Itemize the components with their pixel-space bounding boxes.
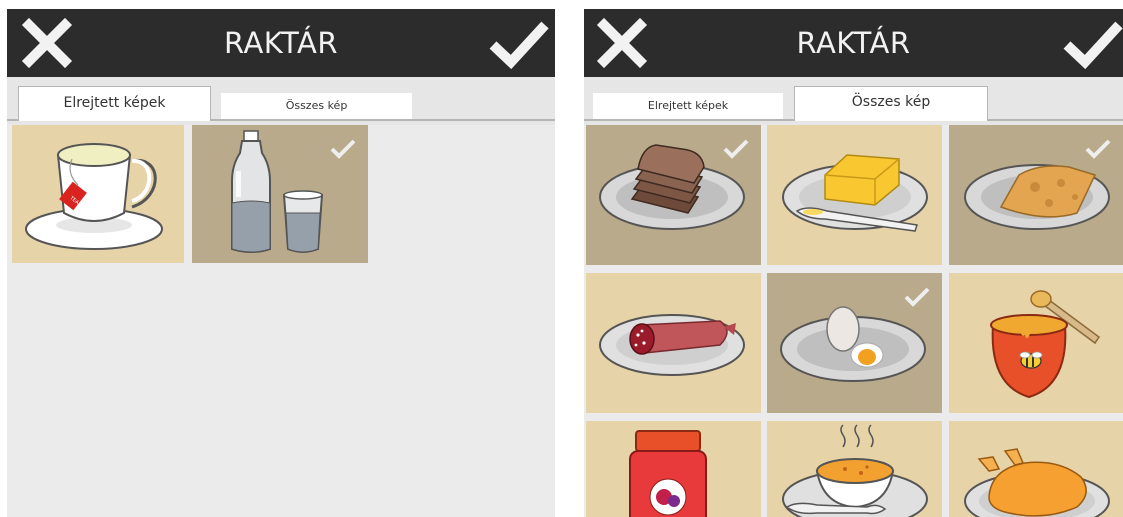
header-bar: RAKTÁR: [584, 9, 1123, 77]
soup-icon: [782, 424, 928, 517]
jam-icon: [629, 430, 707, 517]
header-bar: RAKTÁR: [7, 9, 555, 77]
image-tile-honey[interactable]: [949, 273, 1123, 413]
left-screen: RAKTÁR Elrejtett képek Összes kép TEA: [7, 9, 555, 517]
image-tile-cheese[interactable]: [949, 125, 1123, 265]
selected-check-icon: [723, 139, 749, 159]
honey-icon: [990, 290, 1101, 399]
image-tile-butter[interactable]: [767, 125, 942, 265]
page-title: RAKTÁR: [223, 26, 339, 60]
check-icon: [489, 21, 549, 70]
tab-bar: Elrejtett képek Összes kép: [7, 77, 555, 125]
selected-check-icon: [330, 139, 356, 159]
tab-bar: Elrejtett képek Összes kép: [584, 77, 1123, 125]
confirm-button[interactable]: [1063, 15, 1123, 71]
right-screen: RAKTÁR Elrejtett képek Összes kép: [584, 9, 1123, 517]
selected-check-icon: [904, 287, 930, 307]
image-tile-egg[interactable]: [767, 273, 942, 413]
confirm-button[interactable]: [489, 15, 549, 71]
tab-hidden-images[interactable]: Elrejtett képek: [18, 86, 211, 121]
image-tile-tea[interactable]: TEA: [12, 125, 184, 263]
image-tile-jam[interactable]: [586, 421, 761, 517]
chicken-icon: [964, 448, 1110, 517]
butter-icon: [782, 154, 928, 232]
tab-all-images[interactable]: Összes kép: [221, 93, 412, 119]
image-tile-soup[interactable]: [767, 421, 942, 517]
salami-icon: [599, 314, 745, 376]
check-icon: [1063, 21, 1123, 70]
image-tile-water[interactable]: [192, 125, 368, 263]
image-tile-bread[interactable]: [586, 125, 761, 265]
image-tile-chicken[interactable]: [949, 421, 1123, 517]
tab-all-images[interactable]: Összes kép: [794, 86, 988, 121]
page-title: RAKTÁR: [796, 26, 911, 60]
image-tile-salami[interactable]: [586, 273, 761, 413]
selected-check-icon: [1085, 139, 1111, 159]
tab-hidden-images[interactable]: Elrejtett képek: [593, 93, 783, 119]
tea-icon: TEA: [25, 143, 163, 250]
